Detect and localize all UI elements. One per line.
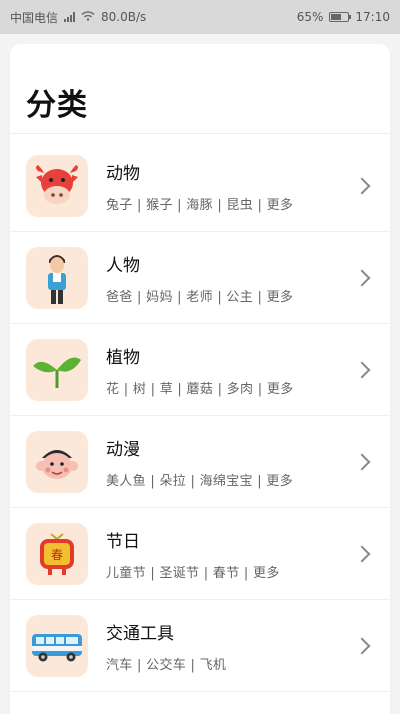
category-subtitle: 汽车 | 公交车 | 飞机 bbox=[106, 657, 227, 673]
category-title: 植物 bbox=[106, 347, 140, 368]
chevron-right-icon bbox=[353, 269, 371, 286]
category-row-festivals[interactable]: 春 节日 儿童节 | 圣诞节 | 春节 | 更多 bbox=[10, 508, 390, 600]
category-icon-box bbox=[26, 430, 88, 493]
cartoon-face-icon bbox=[36, 449, 78, 479]
person-icon bbox=[48, 254, 66, 304]
category-row-animals[interactable]: 动物 兔子 | 猴子 | 海豚 | 昆虫 | 更多 bbox=[10, 140, 390, 232]
category-title: 动物 bbox=[106, 163, 140, 184]
chevron-right-icon bbox=[353, 637, 371, 654]
category-title: 动漫 bbox=[106, 439, 140, 460]
signal-icon bbox=[64, 12, 76, 22]
category-row-plants[interactable]: 植物 花 | 树 | 草 | 蘑菇 | 多肉 | 更多 bbox=[10, 324, 390, 416]
category-icon-box bbox=[26, 246, 88, 309]
category-title: 交通工具 bbox=[106, 623, 174, 644]
carrier-name: 中国电信 bbox=[10, 10, 59, 25]
battery-fill bbox=[331, 14, 342, 20]
lantern-icon: 春 bbox=[40, 532, 74, 575]
chevron-right-icon bbox=[353, 177, 371, 194]
category-icon-box bbox=[26, 338, 88, 401]
chevron-right-icon bbox=[353, 453, 371, 470]
chevron-right-icon bbox=[353, 361, 371, 378]
category-subtitle: 儿童节 | 圣诞节 | 春节 | 更多 bbox=[106, 565, 280, 581]
category-subtitle: 花 | 树 | 草 | 蘑菇 | 多肉 | 更多 bbox=[106, 381, 294, 397]
category-title: 人物 bbox=[106, 255, 140, 276]
wifi-icon bbox=[81, 10, 95, 24]
lantern-text: 春 bbox=[51, 548, 63, 562]
battery-percent: 65% bbox=[296, 10, 324, 24]
chevron-right-icon bbox=[353, 545, 371, 562]
status-bar: 中国电信 80.0B/s 65% 17:10 bbox=[0, 0, 400, 34]
cow-icon bbox=[36, 164, 78, 204]
category-subtitle: 爸爸 | 妈妈 | 老师 | 公主 | 更多 bbox=[106, 289, 294, 305]
category-icon-box bbox=[26, 154, 88, 217]
clock: 17:10 bbox=[355, 10, 390, 24]
category-subtitle: 美人鱼 | 朵拉 | 海绵宝宝 | 更多 bbox=[106, 473, 293, 489]
page-title: 分类 bbox=[26, 88, 88, 123]
battery-icon bbox=[329, 12, 352, 22]
category-row-people[interactable]: 人物 爸爸 | 妈妈 | 老师 | 公主 | 更多 bbox=[10, 232, 390, 324]
title-divider bbox=[10, 133, 390, 134]
category-icon-box: 春 bbox=[26, 522, 88, 585]
category-icon-box bbox=[26, 614, 88, 677]
category-subtitle: 兔子 | 猴子 | 海豚 | 昆虫 | 更多 bbox=[106, 197, 294, 213]
category-title: 节日 bbox=[106, 531, 140, 552]
sprout-icon bbox=[33, 357, 81, 388]
network-speed: 80.0B/s bbox=[101, 10, 147, 24]
category-row-anime[interactable]: 动漫 美人鱼 | 朵拉 | 海绵宝宝 | 更多 bbox=[10, 416, 390, 508]
bus-icon bbox=[32, 633, 82, 661]
category-row-vehicles[interactable]: 交通工具 汽车 | 公交车 | 飞机 bbox=[10, 600, 390, 692]
